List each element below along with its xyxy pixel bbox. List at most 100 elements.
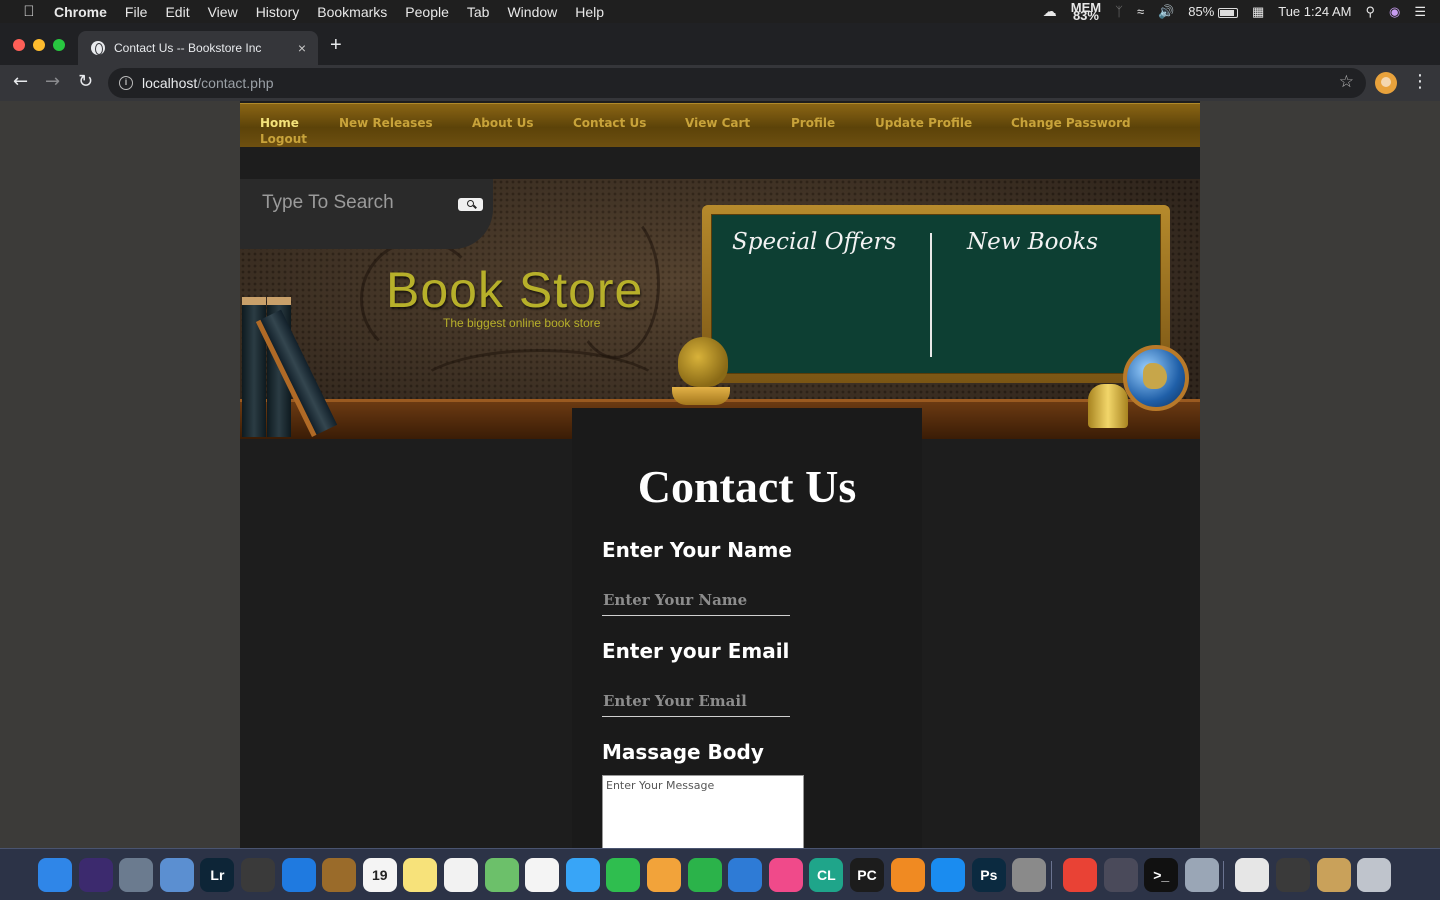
final-cut-icon[interactable] bbox=[241, 858, 275, 892]
window-minimize-button[interactable] bbox=[33, 39, 45, 51]
document-stack-icon[interactable] bbox=[1235, 858, 1270, 892]
messages-icon[interactable] bbox=[565, 858, 600, 892]
menu-window[interactable]: Window bbox=[507, 4, 557, 20]
spotlight-search-icon[interactable]: ⚲ bbox=[1365, 4, 1375, 20]
nav-link-profile[interactable]: Profile bbox=[791, 116, 835, 130]
search-input[interactable] bbox=[262, 191, 452, 215]
photoshop-icon[interactable]: Ps bbox=[971, 858, 1006, 892]
bookmark-star-icon[interactable]: ☆ bbox=[1339, 72, 1354, 92]
browser-tab-strip: Contact Us -- Bookstore Inc × + bbox=[0, 23, 1440, 65]
notification-center-icon[interactable]: ☰ bbox=[1414, 4, 1426, 20]
window-zoom-button[interactable] bbox=[53, 39, 65, 51]
wifi-icon[interactable]: ≈ bbox=[1137, 4, 1144, 19]
clock[interactable]: Tue 1:24 AM bbox=[1278, 4, 1351, 19]
calendar-icon[interactable]: 19 bbox=[362, 858, 397, 892]
menu-edit[interactable]: Edit bbox=[165, 4, 189, 20]
folder-stack-icon[interactable] bbox=[1316, 858, 1351, 892]
facetime-icon[interactable] bbox=[606, 858, 641, 892]
name-field[interactable] bbox=[602, 584, 790, 616]
profile-avatar[interactable] bbox=[1375, 72, 1397, 94]
calendar-icon-label: 19 bbox=[372, 867, 388, 883]
menu-tab[interactable]: Tab bbox=[467, 4, 490, 20]
trash-icon[interactable] bbox=[1357, 858, 1392, 892]
nav-link-view-cart[interactable]: View Cart bbox=[685, 116, 750, 130]
globe-favicon-icon bbox=[91, 41, 105, 55]
creative-cloud-icon[interactable]: ☁ bbox=[1043, 3, 1057, 20]
brand-tagline: The biggest online book store bbox=[443, 316, 601, 330]
keynote-icon[interactable] bbox=[728, 858, 763, 892]
finder-icon[interactable] bbox=[38, 858, 72, 892]
photos-icon[interactable] bbox=[525, 858, 560, 892]
chrome-icon[interactable] bbox=[1063, 858, 1097, 892]
books-icon[interactable] bbox=[890, 858, 925, 892]
siri-icon[interactable]: ◉ bbox=[1389, 4, 1400, 20]
pycharm-icon[interactable]: PC bbox=[850, 858, 884, 892]
settings-gear-icon[interactable] bbox=[1184, 858, 1219, 892]
nav-link-home[interactable]: Home bbox=[260, 116, 299, 130]
app-store-icon[interactable] bbox=[931, 858, 966, 892]
bell-illustration bbox=[1088, 384, 1128, 428]
email-field[interactable] bbox=[602, 685, 790, 717]
launchpad-icon[interactable] bbox=[119, 858, 154, 892]
nav-link-about-us[interactable]: About Us bbox=[472, 116, 533, 130]
menu-app-chrome[interactable]: Chrome bbox=[54, 4, 107, 20]
menu-history[interactable]: History bbox=[256, 4, 300, 20]
clion-icon[interactable]: CL bbox=[809, 858, 844, 892]
notefile-icon[interactable] bbox=[322, 858, 357, 892]
chrome-menu-icon[interactable]: ⋮ bbox=[1411, 71, 1429, 92]
bluetooth-icon[interactable]: ᛉ bbox=[1115, 4, 1123, 19]
notes-icon[interactable] bbox=[403, 858, 438, 892]
siri-icon[interactable] bbox=[78, 858, 113, 892]
globe-illustration bbox=[1123, 345, 1189, 411]
apple-menu-icon[interactable]:  bbox=[18, 3, 40, 20]
preview-icon[interactable] bbox=[159, 858, 194, 892]
tab-close-icon[interactable]: × bbox=[298, 40, 306, 56]
reload-icon[interactable]: ↻ bbox=[78, 71, 93, 92]
new-tab-button[interactable]: + bbox=[330, 34, 342, 57]
numbers-icon[interactable] bbox=[687, 858, 722, 892]
lightroom-icon[interactable]: Lr bbox=[200, 858, 235, 892]
url-text[interactable]: localhost/contact.php bbox=[142, 75, 274, 91]
back-arrow-icon[interactable]: ← bbox=[13, 71, 28, 92]
memory-value: 83% bbox=[1072, 7, 1099, 23]
itunes-icon[interactable] bbox=[768, 858, 803, 892]
url-host: localhost bbox=[142, 75, 198, 91]
battery-status[interactable]: 85% bbox=[1188, 4, 1238, 19]
system-preferences-icon[interactable] bbox=[1012, 858, 1047, 892]
pycharm-icon-label: PC bbox=[857, 867, 877, 883]
nav-link-contact-us[interactable]: Contact Us bbox=[573, 116, 646, 130]
volume-icon[interactable]: 🔊 bbox=[1158, 4, 1174, 20]
image-capture-icon[interactable] bbox=[1276, 858, 1310, 892]
special-offers-link[interactable]: Special Offers bbox=[732, 229, 896, 255]
macos-menu-bar:  Chrome File Edit View History Bookmark… bbox=[0, 0, 1440, 23]
xcode-instruments-icon[interactable] bbox=[1103, 858, 1138, 892]
plant-illustration bbox=[678, 337, 728, 387]
reminders-icon[interactable] bbox=[444, 858, 478, 892]
pages-icon[interactable] bbox=[647, 858, 681, 892]
nav-link-new-releases[interactable]: New Releases bbox=[339, 116, 433, 130]
terminal-icon[interactable]: >_ bbox=[1144, 858, 1179, 892]
menu-view[interactable]: View bbox=[208, 4, 238, 20]
maps-icon[interactable] bbox=[484, 858, 519, 892]
nav-link-change-password[interactable]: Change Password bbox=[1011, 116, 1131, 130]
window-close-button[interactable] bbox=[13, 39, 25, 51]
new-books-link[interactable]: New Books bbox=[967, 229, 1098, 255]
message-field[interactable] bbox=[602, 775, 804, 848]
battery-level bbox=[1219, 9, 1234, 16]
menu-extras: ☁ MEM 83% ᛉ ≈ 🔊 85% ▦ Tue 1:24 AM ⚲ ◉ ☰ bbox=[1043, 0, 1440, 23]
lightroom-icon-label: Lr bbox=[210, 867, 225, 883]
safari-icon[interactable] bbox=[281, 858, 316, 892]
search-icon[interactable] bbox=[458, 198, 483, 211]
nav-link-update-profile[interactable]: Update Profile bbox=[875, 116, 972, 130]
address-bar[interactable]: i localhost/contact.php ☆ bbox=[108, 68, 1366, 98]
forward-arrow-icon[interactable]: → bbox=[45, 71, 60, 92]
nav-link-logout[interactable]: Logout bbox=[260, 132, 307, 146]
memory-status[interactable]: MEM 83% bbox=[1071, 1, 1101, 23]
menu-bookmarks[interactable]: Bookmarks bbox=[317, 4, 387, 20]
menu-file[interactable]: File bbox=[125, 4, 148, 20]
date-icon[interactable]: ▦ bbox=[1252, 4, 1264, 20]
menu-help[interactable]: Help bbox=[575, 4, 604, 20]
site-info-icon[interactable]: i bbox=[119, 76, 133, 90]
tab-contact-us[interactable]: Contact Us -- Bookstore Inc × bbox=[78, 31, 318, 65]
menu-people[interactable]: People bbox=[405, 4, 449, 20]
